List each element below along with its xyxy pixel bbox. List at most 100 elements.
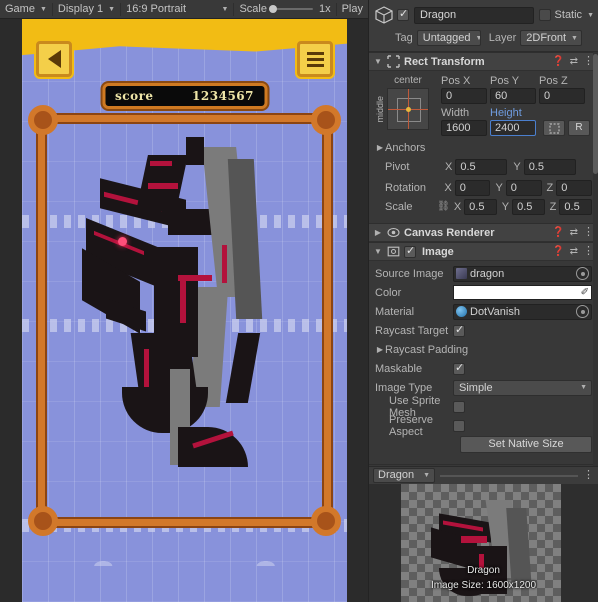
bg-pattern-wave [22, 532, 347, 566]
pos-x-label: Pos X [441, 75, 471, 87]
layer-dropdown[interactable]: 2DFront ▼ [520, 30, 583, 46]
frame-corner-icon [28, 506, 58, 536]
maskable-checkbox[interactable] [453, 361, 465, 375]
help-icon[interactable]: ❓ [552, 246, 564, 257]
image-type-label: Image Type [375, 381, 433, 394]
width-input[interactable]: 1600 [441, 120, 487, 136]
scale-slider-group[interactable]: Scale 1x [234, 1, 335, 18]
pos-x-input[interactable]: 0 [441, 88, 487, 104]
foldout-arrow-icon[interactable]: ▶ [375, 345, 385, 354]
image-type-dropdown[interactable]: Simple ▼ [453, 379, 592, 396]
object-picker-icon[interactable] [576, 305, 589, 318]
preserve-aspect-checkbox[interactable] [453, 419, 465, 432]
eyedropper-icon[interactable]: ✐ [581, 287, 589, 298]
sprite-thumbnail-icon [456, 268, 467, 279]
rotation-y-axis-label: Y [495, 181, 503, 194]
maskable-label: Maskable [375, 362, 423, 375]
pos-y-label: Pos Y [490, 75, 520, 87]
scale-link-icon[interactable]: ⛓ [437, 201, 450, 212]
frame-corner-icon [28, 105, 58, 135]
object-picker-icon[interactable] [576, 267, 589, 280]
section-divider [369, 464, 598, 465]
static-label: Static [554, 9, 583, 21]
color-swatch-field[interactable]: ✐ [453, 285, 592, 300]
width-label: Width [441, 107, 470, 119]
component-header-image[interactable]: ▼ Image ❓ ⇄ ⋮ [369, 242, 598, 261]
help-icon[interactable]: ❓ [552, 227, 564, 238]
material-ball-icon [456, 306, 467, 317]
image-enabled-checkbox[interactable] [404, 244, 416, 258]
preset-icon[interactable]: ⇄ [570, 56, 578, 67]
component-title: Image [422, 245, 454, 258]
rotation-x-input[interactable]: 0 [454, 179, 491, 196]
foldout-arrow-icon[interactable]: ▶ [375, 143, 385, 152]
raw-edit-button[interactable]: R [568, 120, 590, 136]
score-label: score [115, 89, 154, 103]
chevron-down-icon[interactable]: ▼ [587, 12, 594, 19]
scale-x-input[interactable]: 0.5 [464, 198, 497, 215]
display-dropdown[interactable]: Display 1 ▼ [53, 1, 120, 18]
use-sprite-mesh-checkbox[interactable] [453, 400, 465, 413]
help-icon[interactable]: ❓ [552, 56, 564, 67]
rotation-z-input[interactable]: 0 [556, 179, 592, 196]
scale-z-input[interactable]: 0.5 [559, 198, 592, 215]
tag-dropdown[interactable]: Untagged ▼ [416, 30, 481, 46]
preview-menu-icon[interactable]: ⋮ [583, 470, 594, 481]
foldout-arrow-icon[interactable]: ▶ [373, 228, 383, 237]
foldout-arrow-icon[interactable]: ▼ [373, 247, 383, 256]
color-label: Color [375, 286, 402, 299]
scale-slider[interactable] [268, 5, 313, 13]
inspector-scroll-area[interactable]: ▼ Rect Transform ❓ ⇄ ⋮ center middle Pos… [369, 52, 598, 466]
source-image-field[interactable]: dragon [453, 265, 592, 282]
component-title: Rect Transform [404, 55, 485, 68]
raycast-target-checkbox[interactable] [453, 323, 465, 337]
raycast-target-label: Raycast Target [375, 324, 449, 337]
component-header-rect-transform[interactable]: ▼ Rect Transform ❓ ⇄ ⋮ [369, 52, 598, 71]
scale-y-axis-label: Y [501, 200, 510, 213]
foldout-arrow-icon[interactable]: ▼ [373, 57, 383, 66]
aspect-ratio-dropdown[interactable]: 16:9 Portrait ▼ [121, 1, 233, 18]
height-input[interactable]: 2400 [490, 120, 536, 136]
anchor-preset-widget[interactable] [387, 88, 429, 130]
set-native-size-button[interactable]: Set Native Size [460, 436, 592, 453]
static-checkbox[interactable] [538, 9, 551, 21]
gameobject-enabled-checkbox[interactable] [397, 7, 409, 21]
preview-object-dropdown[interactable]: Dragon ▼ [373, 468, 436, 483]
tab-game[interactable]: Game ▼ [0, 1, 52, 18]
scale-slider-knob[interactable] [268, 5, 277, 13]
preview-body[interactable]: Dragon Image Size: 1600x1200 [369, 484, 598, 602]
play-button[interactable]: Play [337, 1, 368, 18]
game-render-surface[interactable]: score 1234567 [0, 19, 368, 602]
source-image-label: Source Image [375, 267, 444, 280]
pos-y-input[interactable]: 60 [490, 88, 536, 104]
scale-x-axis-label: X [453, 200, 462, 213]
display-dropdown-label: Display 1 [57, 3, 104, 15]
inspector-object-header: Dragon Static ▼ Tag Untagged ▼ Layer 2DF… [369, 0, 598, 52]
rect-transform-icon [387, 55, 400, 68]
dragon-sprite [82, 137, 297, 482]
image-component-icon [387, 245, 400, 258]
material-field[interactable]: DotVanish [453, 303, 592, 320]
pos-z-input[interactable]: 0 [539, 88, 585, 104]
source-image-value: dragon [470, 267, 505, 280]
pivot-y-input[interactable]: 0.5 [523, 158, 576, 175]
preset-icon[interactable]: ⇄ [570, 246, 578, 257]
triangle-left-icon [47, 50, 61, 68]
material-value: DotVanish [470, 305, 520, 318]
preview-drag-handle[interactable] [440, 474, 578, 477]
back-button[interactable] [36, 41, 72, 77]
tag-value: Untagged [422, 32, 471, 44]
blueprint-mode-button[interactable] [543, 120, 565, 136]
component-title: Canvas Renderer [404, 226, 495, 239]
component-header-canvas-renderer[interactable]: ▶ Canvas Renderer ❓ ⇄ ⋮ [369, 223, 598, 242]
frame-corner-icon [311, 506, 341, 536]
rotation-y-input[interactable]: 0 [505, 179, 542, 196]
preset-icon[interactable]: ⇄ [570, 227, 578, 238]
inspector-scrollbar[interactable] [593, 52, 598, 466]
menu-button[interactable] [297, 41, 333, 77]
image-component-body: Source Image dragon Color ✐ Material Dot… [369, 261, 598, 461]
pivot-x-input[interactable]: 0.5 [455, 158, 508, 175]
scale-y-input[interactable]: 0.5 [512, 198, 545, 215]
gameobject-name-input[interactable]: Dragon [414, 6, 534, 24]
play-button-label: Play [341, 3, 363, 15]
